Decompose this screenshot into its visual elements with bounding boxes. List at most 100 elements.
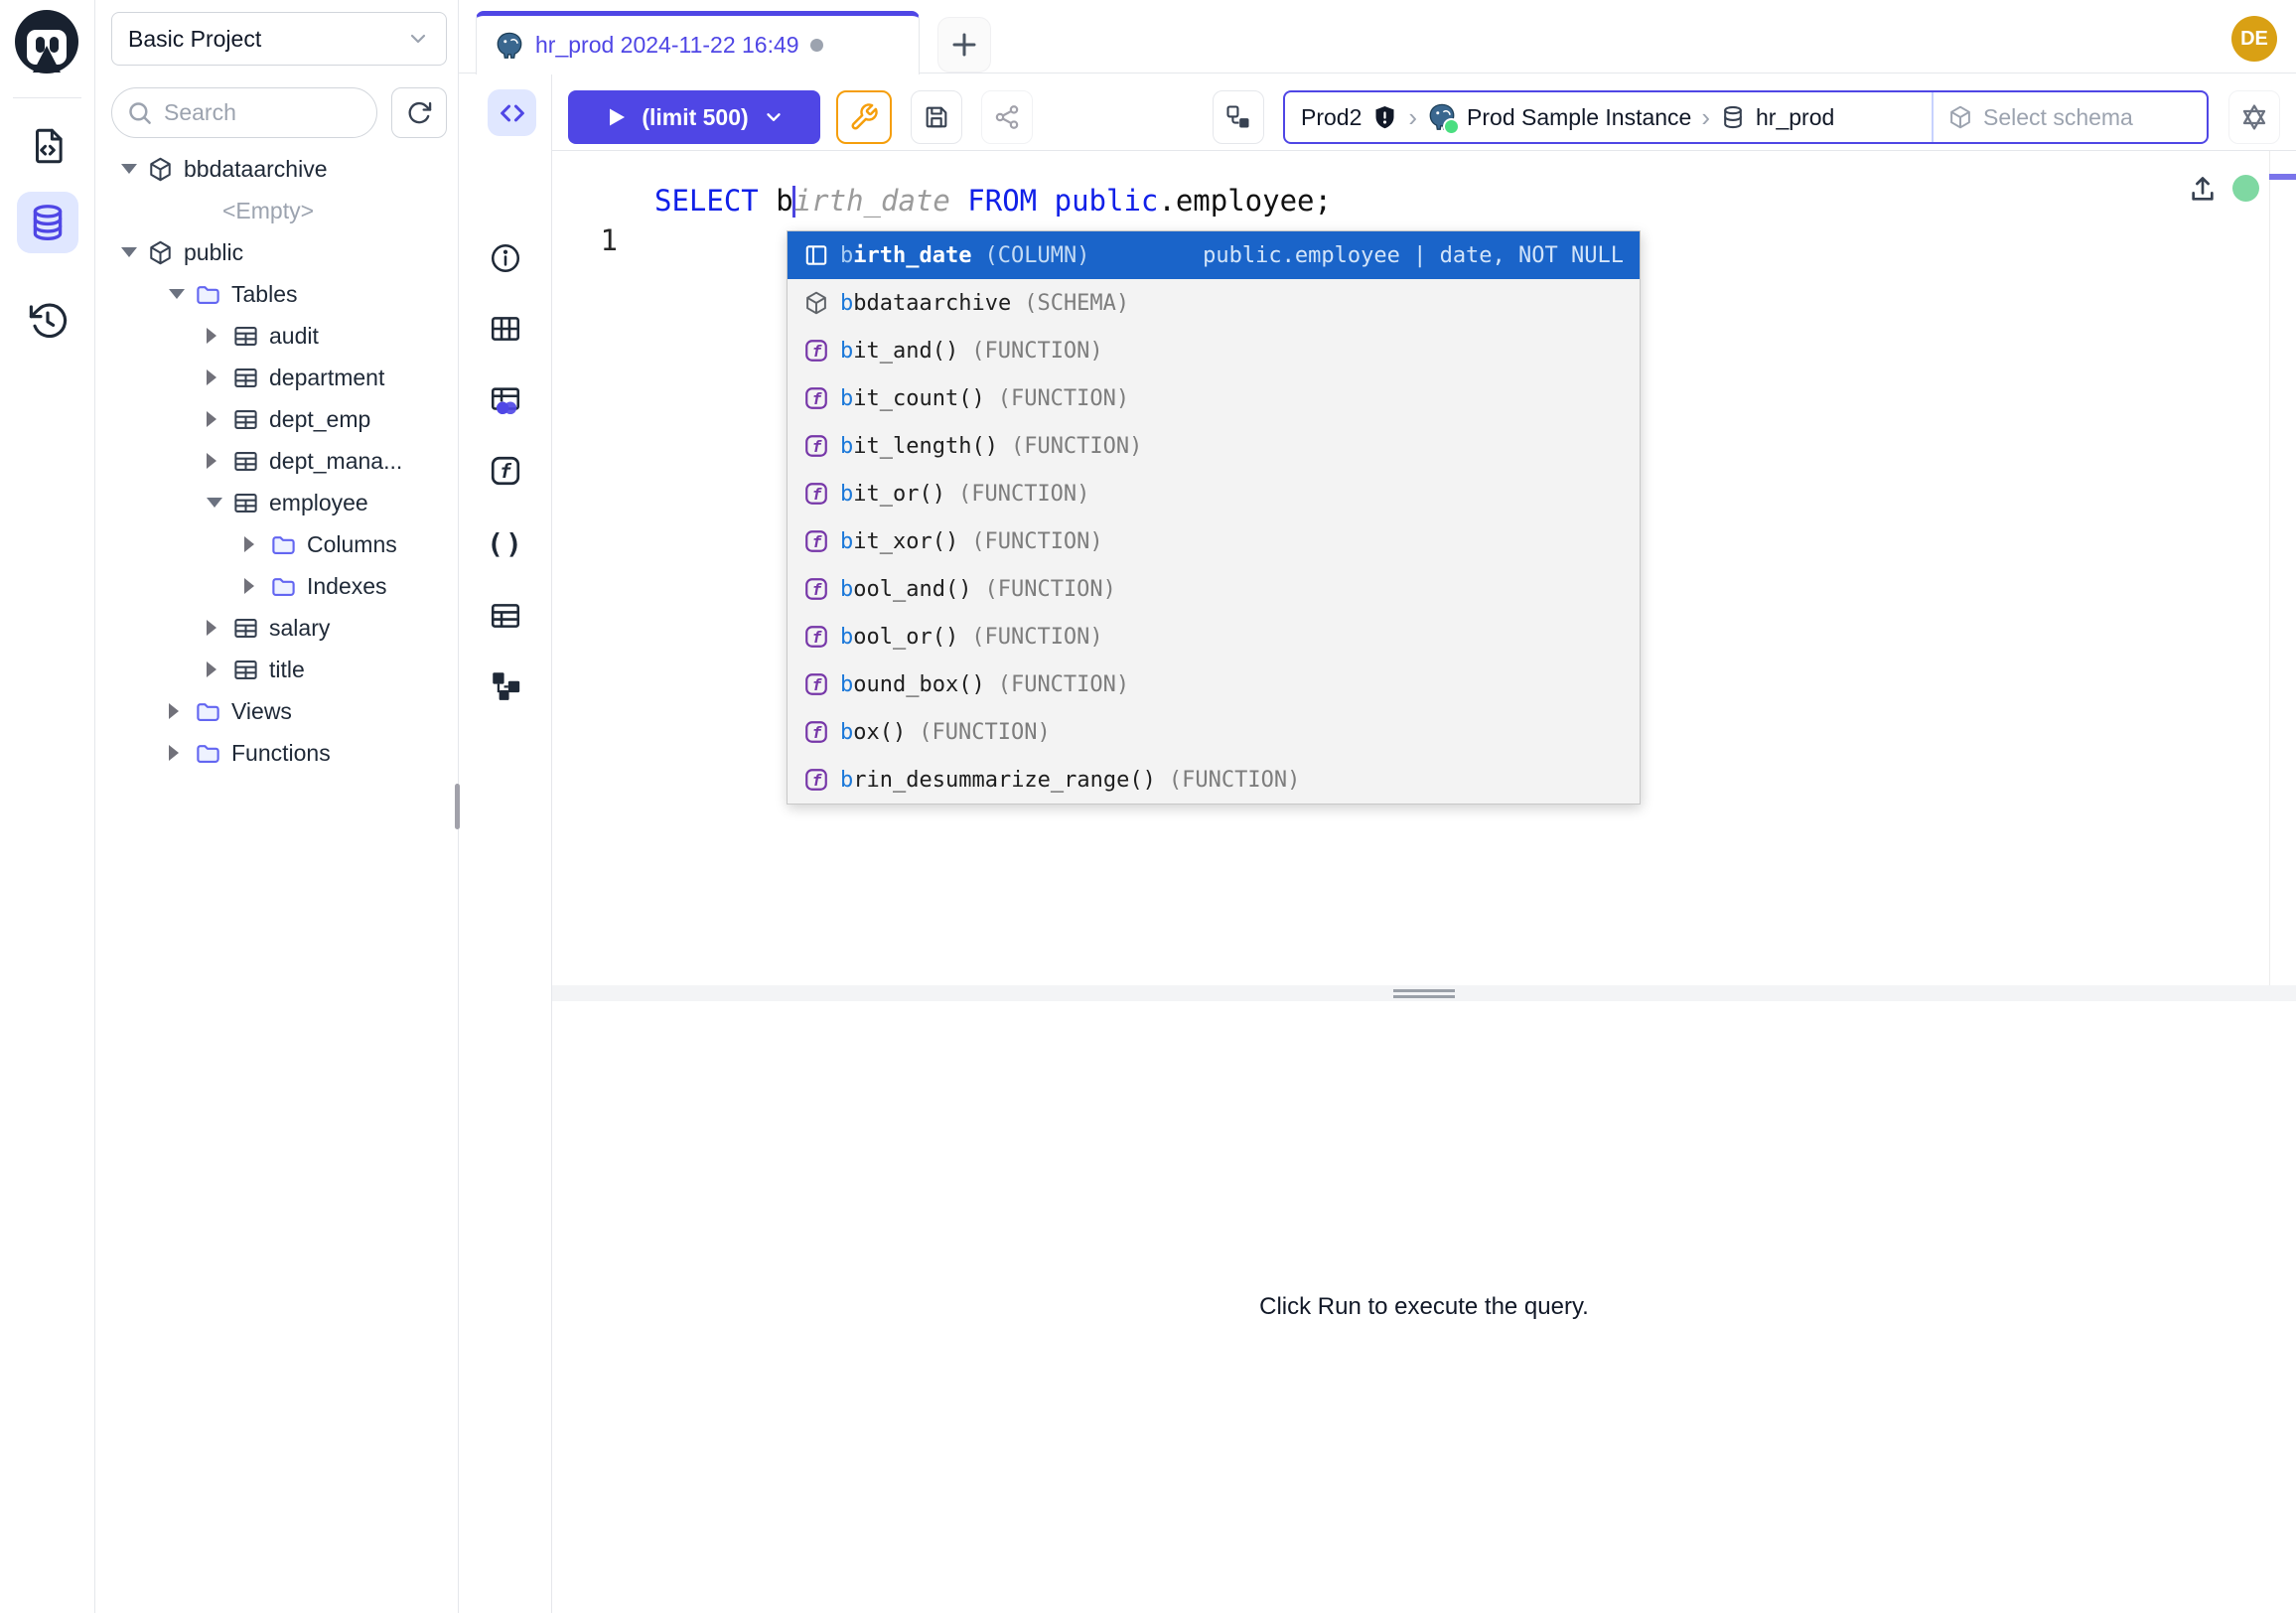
- tree-item[interactable]: department: [95, 357, 458, 398]
- ai-assistant-button[interactable]: [2228, 90, 2280, 144]
- connection-breadcrumb: Prod2 › Prod Sample Instance › hr_prod S…: [1283, 90, 2209, 144]
- svg-text:f: f: [812, 532, 823, 551]
- table-icon: [232, 323, 259, 350]
- tree-item[interactable]: employee: [95, 482, 458, 523]
- refresh-button[interactable]: [391, 87, 447, 138]
- caret-right-icon[interactable]: [207, 661, 232, 677]
- postgres-instance-icon: [1427, 102, 1457, 132]
- autocomplete-item[interactable]: fbox()(FUNCTION): [788, 708, 1640, 756]
- project-selector[interactable]: Basic Project: [111, 12, 447, 66]
- function-panel-icon[interactable]: f: [489, 454, 522, 488]
- database-panel-icon[interactable]: [17, 192, 78, 253]
- caret-right-icon[interactable]: [244, 578, 270, 594]
- tree-item-label: Columns: [307, 531, 397, 558]
- user-avatar[interactable]: DE: [2231, 16, 2277, 62]
- tree-item[interactable]: salary: [95, 607, 458, 649]
- autocomplete-item[interactable]: bbdataarchive(SCHEMA): [788, 279, 1640, 327]
- table-data-icon[interactable]: [489, 383, 522, 417]
- caret-right-icon[interactable]: [169, 703, 195, 719]
- refresh-icon: [405, 99, 433, 127]
- caret-right-icon[interactable]: [207, 411, 232, 427]
- schema-diagram-icon[interactable]: [489, 668, 522, 702]
- table-icon: [232, 615, 259, 642]
- tree-item-label: bbdataarchive: [184, 156, 328, 183]
- caret-down-icon[interactable]: [169, 289, 195, 299]
- left-rail: [0, 0, 95, 1613]
- tree-item[interactable]: dept_emp: [95, 398, 458, 440]
- autocomplete-item[interactable]: fbit_or()(FUNCTION): [788, 470, 1640, 517]
- autocomplete-item[interactable]: fbit_length()(FUNCTION): [788, 422, 1640, 470]
- caret-right-icon[interactable]: [244, 536, 270, 552]
- export-icon[interactable]: [2186, 173, 2220, 207]
- tree-item[interactable]: <Empty>: [95, 190, 458, 231]
- tree-item[interactable]: Indexes: [95, 565, 458, 607]
- table-rows-icon[interactable]: [489, 599, 522, 633]
- connection-context[interactable]: Prod2 › Prod Sample Instance › hr_prod: [1285, 92, 1932, 142]
- new-tab-button[interactable]: [937, 17, 991, 73]
- connection-toggle-button[interactable]: [1213, 90, 1264, 144]
- autocomplete-item[interactable]: fbool_or()(FUNCTION): [788, 613, 1640, 660]
- autocomplete-item[interactable]: fbrin_desummarize_range()(FUNCTION): [788, 756, 1640, 804]
- database-label: hr_prod: [1756, 104, 1834, 131]
- caret-down-icon[interactable]: [121, 164, 147, 174]
- tree-item[interactable]: bbdataarchive: [95, 148, 458, 190]
- info-icon[interactable]: [489, 241, 522, 275]
- folder-icon: [195, 281, 221, 308]
- tree-item-label: department: [269, 365, 384, 391]
- tree-item[interactable]: Columns: [95, 523, 458, 565]
- caret-down-icon[interactable]: [207, 498, 232, 508]
- tab-title: hr_prod 2024-11-22 16:49: [535, 32, 799, 59]
- tree-item[interactable]: Tables: [95, 273, 458, 315]
- autocomplete-item[interactable]: fbool_and()(FUNCTION): [788, 565, 1640, 613]
- parentheses-icon[interactable]: (): [489, 526, 522, 560]
- share-button[interactable]: [981, 90, 1033, 144]
- results-placeholder: Click Run to execute the query.: [1259, 1293, 1589, 1321]
- caret-down-icon[interactable]: [121, 247, 147, 257]
- function-icon: f: [803, 671, 829, 697]
- bytebase-logo[interactable]: [13, 8, 80, 75]
- results-panel: Click Run to execute the query.: [552, 1001, 2296, 1613]
- run-query-button[interactable]: (limit 500): [568, 90, 820, 144]
- svg-text:f: f: [500, 460, 512, 483]
- worksheet-icon[interactable]: [25, 123, 71, 169]
- tree-item[interactable]: public: [95, 231, 458, 273]
- autocomplete-kind: (FUNCTION): [958, 482, 1089, 507]
- svg-text:f: f: [812, 771, 823, 790]
- svg-text:f: f: [812, 389, 823, 408]
- select-schema-button[interactable]: Select schema: [1934, 92, 2207, 142]
- autocomplete-detail: public.employee | date, NOT NULL: [1203, 243, 1624, 268]
- caret-right-icon[interactable]: [207, 369, 232, 385]
- tree-item[interactable]: title: [95, 649, 458, 690]
- sidebar-resize-handle[interactable]: [455, 784, 460, 829]
- table-grid-icon[interactable]: [489, 312, 522, 346]
- tree-item[interactable]: Views: [95, 690, 458, 732]
- caret-right-icon[interactable]: [207, 328, 232, 344]
- sql-editor[interactable]: 1 SELECT birth_date FROM public.employee…: [552, 151, 2296, 985]
- autocomplete-item[interactable]: fbit_count()(FUNCTION): [788, 374, 1640, 422]
- splitter-handle-icon[interactable]: [1393, 995, 1455, 998]
- search-icon: [126, 99, 153, 126]
- caret-right-icon[interactable]: [207, 620, 232, 636]
- autocomplete-item[interactable]: fbound_box()(FUNCTION): [788, 660, 1640, 708]
- tree-item[interactable]: audit: [95, 315, 458, 357]
- autocomplete-item[interactable]: birth_date(COLUMN)public.employee | date…: [788, 231, 1640, 279]
- tree-item[interactable]: dept_mana...: [95, 440, 458, 482]
- format-sql-button[interactable]: [836, 90, 892, 144]
- autocomplete-item[interactable]: fbit_and()(FUNCTION): [788, 327, 1640, 374]
- project-selector-label: Basic Project: [128, 26, 261, 53]
- history-icon[interactable]: [25, 298, 71, 344]
- splitter-handle-icon[interactable]: [1393, 989, 1455, 992]
- panel-splitter[interactable]: [552, 985, 2296, 1001]
- caret-right-icon[interactable]: [169, 745, 195, 761]
- autocomplete-item[interactable]: fbit_xor()(FUNCTION): [788, 517, 1640, 565]
- autocomplete-kind: (FUNCTION): [919, 720, 1050, 745]
- shield-icon: [1371, 104, 1398, 131]
- tab-hr-prod[interactable]: hr_prod 2024-11-22 16:49: [476, 11, 920, 74]
- caret-right-icon[interactable]: [207, 453, 232, 469]
- save-button[interactable]: [911, 90, 962, 144]
- breadcrumb-separator: ›: [1408, 102, 1417, 133]
- function-icon: f: [803, 767, 829, 793]
- tree-item[interactable]: Functions: [95, 732, 458, 774]
- code-view-icon[interactable]: [488, 89, 536, 136]
- play-icon: [604, 105, 628, 129]
